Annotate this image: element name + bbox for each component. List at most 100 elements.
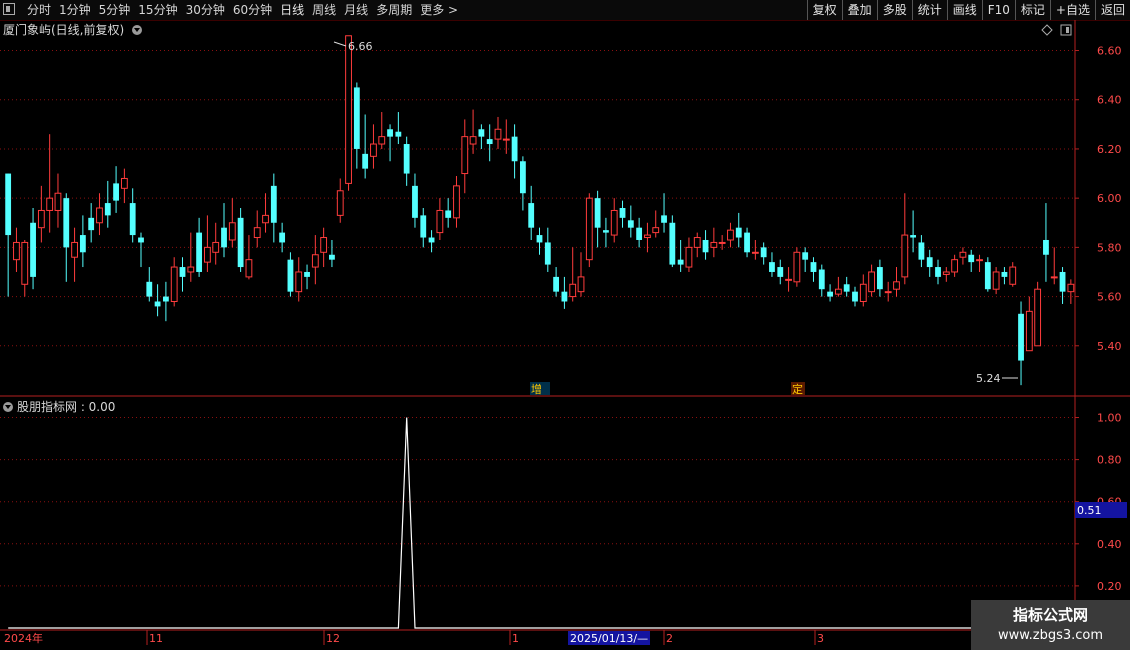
panel-frame	[0, 20, 1130, 630]
time-label-jan: 1	[512, 632, 519, 645]
candle-body-up	[1034, 288, 1042, 347]
candle-body-down	[5, 173, 12, 236]
candle-body-up	[1009, 266, 1017, 285]
candle-body-down	[984, 262, 991, 290]
layout-toggle-icon-fill	[1066, 27, 1069, 33]
candle-body-up	[644, 234, 651, 239]
candle-body-down	[1018, 313, 1024, 361]
candle-body-down	[329, 254, 335, 260]
candle-body-up	[710, 241, 718, 248]
candle-body-down	[627, 220, 634, 228]
candle-body-up	[727, 229, 734, 241]
candle-body-up	[436, 209, 444, 234]
watermark-title: 指标公式网	[1012, 606, 1088, 624]
time-label-feb: 2	[666, 632, 673, 645]
candle-body-down	[270, 185, 277, 223]
candle-body-up	[13, 241, 20, 261]
candle-body-down	[661, 215, 667, 223]
candle-body-down	[744, 232, 750, 253]
candle-body-up	[751, 251, 759, 254]
candle-series	[5, 35, 1075, 386]
candle-body-down	[818, 269, 825, 290]
candle-body-up	[46, 197, 54, 211]
candle-body-up	[461, 136, 469, 175]
candle-body-up	[494, 128, 502, 140]
candle-body-up	[320, 237, 328, 253]
candle-body-up	[228, 222, 236, 241]
candle-body-down	[810, 262, 817, 272]
candle-body-up	[976, 259, 983, 262]
candle-body-up	[311, 254, 319, 268]
price-tick-label: 5.80	[1097, 241, 1122, 254]
indicator-tick-label: 1.00	[1097, 412, 1122, 425]
candle-body-up	[453, 185, 460, 219]
candle-body-down	[478, 129, 485, 137]
candle-body-down	[237, 217, 244, 268]
candle-body-down	[138, 237, 144, 243]
candle-body-down	[802, 252, 809, 260]
candle-body-up	[951, 259, 959, 273]
diamond-icon[interactable]	[1041, 24, 1053, 36]
candle-body-down	[619, 208, 626, 218]
candle-body-up	[785, 278, 792, 281]
candle-body-down	[428, 237, 435, 243]
candle-body-down	[353, 87, 360, 149]
candle-body-down	[63, 198, 70, 248]
time-axis: 2024年 11 12 1 2 3 2025/01/13/—	[0, 629, 1075, 645]
candle-body-down	[1059, 271, 1066, 292]
candle-body-up	[834, 288, 842, 295]
candle-body-down	[603, 230, 609, 233]
candle-body-up	[378, 136, 386, 145]
indicator-line	[8, 417, 1130, 629]
candle-body-down	[561, 291, 568, 302]
price-tick-label: 5.40	[1097, 340, 1122, 353]
candle-body-down	[279, 232, 286, 243]
cursor-date: 2025/01/13/—	[570, 632, 648, 645]
candle-body-up	[901, 234, 909, 278]
candle-body-up	[718, 241, 726, 244]
candle-body-down	[968, 254, 975, 263]
marker-zeng[interactable]: 增	[531, 382, 542, 396]
indicator-value: 0.51	[1077, 504, 1102, 517]
candle-body-down	[104, 203, 111, 216]
candle-body-down	[113, 183, 119, 201]
candle-body-down	[196, 232, 203, 272]
candle-body-up	[884, 291, 892, 294]
marker-ding[interactable]: 定	[792, 382, 803, 396]
candle-body-up	[295, 271, 303, 293]
candle-body-down	[519, 161, 526, 194]
candle-body-down	[30, 222, 36, 277]
candle-body-down	[486, 139, 493, 145]
candle-body-down	[88, 217, 95, 231]
indicator-series	[8, 417, 1130, 629]
candle-body-down	[412, 185, 418, 218]
grid-lines	[0, 50, 1075, 587]
candle-body-up	[868, 271, 875, 293]
candle-body-down	[677, 259, 684, 265]
candle-body-down	[129, 203, 136, 236]
candle-body-down	[594, 198, 601, 228]
candle-body-up	[345, 35, 352, 184]
chart-canvas[interactable]: 5.405.605.806.006.206.406.600.200.400.60…	[0, 0, 1130, 650]
price-tick-label: 6.40	[1097, 94, 1122, 107]
watermark-url: www.zbgs3.com	[997, 628, 1104, 643]
candle-body-up	[204, 246, 211, 263]
candle-body-up	[96, 207, 103, 224]
candle-body-down	[843, 284, 850, 292]
price-tick-label: 6.00	[1097, 192, 1122, 205]
candle-body-up	[336, 190, 344, 216]
candle-body-up	[893, 281, 900, 290]
candle-body-up	[187, 266, 195, 273]
candle-body-down	[362, 153, 369, 169]
candle-body-down	[876, 267, 883, 290]
candle-body-up	[577, 276, 585, 293]
candle-body-up	[212, 241, 220, 253]
candle-body-down	[702, 239, 709, 253]
candle-body-down	[403, 144, 410, 174]
time-label-mar: 3	[817, 632, 824, 645]
candle-body-down	[735, 227, 742, 238]
candle-body-up	[71, 241, 78, 258]
candle-body-up	[859, 283, 867, 302]
candle-body-down	[528, 203, 535, 228]
candle-body-up	[1067, 283, 1075, 293]
